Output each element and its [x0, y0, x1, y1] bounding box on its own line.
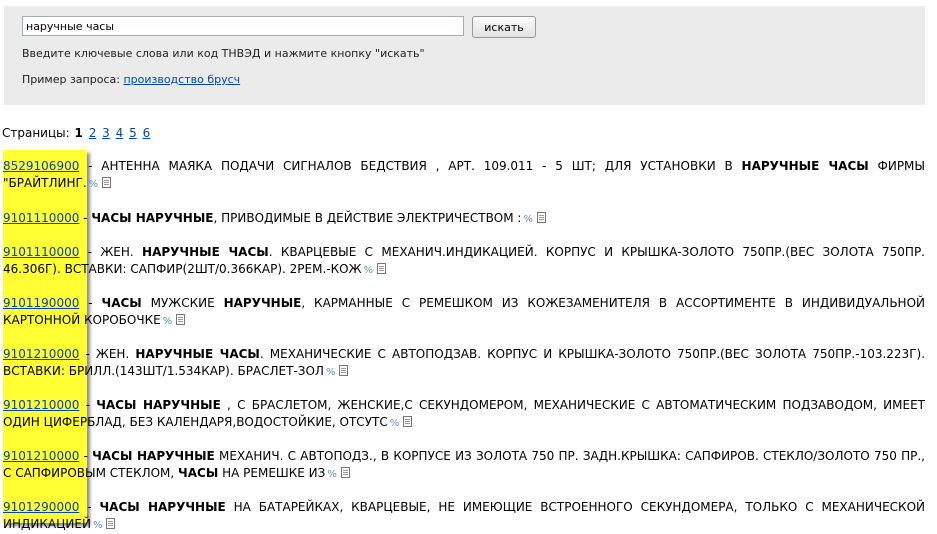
- keyword-match: НАРУЧНЫЕ ЧАСЫ: [142, 245, 269, 259]
- search-input[interactable]: [22, 16, 464, 36]
- pagination-label: Страницы:: [2, 126, 70, 140]
- result-text: - ЖЕН.: [79, 245, 143, 259]
- search-hint: Введите ключевые слова или код ТНВЭД и н…: [22, 47, 425, 60]
- tnved-code-link[interactable]: 9101210000: [3, 398, 79, 412]
- percent-marker[interactable]: %: [326, 367, 336, 378]
- keyword-match: НАРУЧНЫЕ ЧАСЫ: [135, 347, 260, 361]
- keyword-match: ЧАСЫ НАРУЧНЫЕ: [92, 449, 215, 463]
- document-icon[interactable]: [102, 177, 112, 188]
- keyword-match: НАРУЧНЫЕ ЧАСЫ: [741, 159, 869, 173]
- keyword-match: НАРУЧНЫЕ: [223, 296, 302, 310]
- percent-marker[interactable]: %: [390, 418, 400, 429]
- percent-marker[interactable]: %: [364, 265, 374, 276]
- keyword-match: ЧАСЫ: [101, 296, 142, 310]
- pagination-page-2[interactable]: 2: [89, 126, 97, 140]
- pagination-page-3[interactable]: 3: [102, 126, 110, 140]
- tnved-code-link[interactable]: 9101210000: [3, 347, 79, 361]
- document-icon[interactable]: [339, 365, 349, 376]
- result-text: - ЖЕН.: [79, 347, 136, 361]
- percent-marker[interactable]: %: [327, 469, 337, 480]
- percent-marker[interactable]: %: [93, 520, 103, 531]
- pagination-current: 1: [74, 126, 83, 140]
- tnved-code-link[interactable]: 9101110000: [3, 245, 79, 259]
- result-item: 9101110000 - ЧАСЫ НАРУЧНЫЕ, ПРИВОДИМЫЕ В…: [3, 210, 925, 228]
- example-query-link[interactable]: производство брусч: [123, 73, 240, 86]
- document-icon[interactable]: [176, 314, 186, 325]
- example-query: Пример запроса: производство брусч: [22, 73, 240, 86]
- document-icon[interactable]: [106, 518, 116, 529]
- result-text: - АНТЕННА МАЯКА ПОДАЧИ СИГНАЛОВ БЕДСТВИЯ…: [79, 159, 742, 173]
- result-text: -: [79, 449, 93, 463]
- result-text: -: [79, 211, 92, 225]
- result-text: , ПРИВОДИМЫЕ В ДЕЙСТВИЕ ЭЛЕКТРИЧЕСТВОМ :: [213, 211, 522, 225]
- result-item: 9101210000 - ЧАСЫ НАРУЧНЫЕ , С БРАСЛЕТОМ…: [3, 397, 925, 432]
- percent-marker[interactable]: %: [89, 179, 99, 190]
- pagination-page-6[interactable]: 6: [143, 126, 151, 140]
- tnved-code-link[interactable]: 9101110000: [3, 211, 79, 225]
- result-item: 9101210000 - ЖЕН. НАРУЧНЫЕ ЧАСЫ. МЕХАНИЧ…: [3, 346, 925, 381]
- keyword-match: ЧАСЫ: [178, 466, 219, 480]
- search-button[interactable]: искать: [472, 16, 536, 38]
- keyword-match: ЧАСЫ НАРУЧНЫЕ: [96, 398, 221, 412]
- search-panel: искать Введите ключевые слова или код ТН…: [4, 6, 925, 105]
- document-icon[interactable]: [377, 263, 387, 274]
- pagination-page-4[interactable]: 4: [116, 126, 124, 140]
- result-item: 9101110000 - ЖЕН. НАРУЧНЫЕ ЧАСЫ. КВАРЦЕВ…: [3, 244, 925, 279]
- document-icon[interactable]: [536, 212, 546, 223]
- result-item: 9101210000 - ЧАСЫ НАРУЧНЫЕ МЕХАНИЧ. С АВ…: [3, 448, 925, 483]
- tnved-code-link[interactable]: 9101290000: [3, 500, 79, 514]
- result-text: -: [79, 296, 102, 310]
- result-item: 9101190000 - ЧАСЫ МУЖСКИЕ НАРУЧНЫЕ, КАРМ…: [3, 295, 925, 330]
- result-text: -: [79, 500, 100, 514]
- document-icon[interactable]: [340, 467, 350, 478]
- result-text: НА РЕМЕШКЕ ИЗ: [218, 466, 326, 480]
- result-item: 9101290000 - ЧАСЫ НАРУЧНЫЕ НА БАТАРЕЙКАХ…: [3, 499, 925, 534]
- tnved-code-link[interactable]: 8529106900: [3, 159, 79, 173]
- example-label: Пример запроса:: [22, 73, 120, 86]
- pagination-page-5[interactable]: 5: [129, 126, 137, 140]
- percent-marker[interactable]: %: [523, 214, 533, 225]
- percent-marker[interactable]: %: [163, 316, 173, 327]
- keyword-match: ЧАСЫ НАРУЧНЫЕ: [91, 211, 214, 225]
- result-text: -: [79, 398, 97, 412]
- tnved-code-link[interactable]: 9101190000: [3, 296, 79, 310]
- tnved-code-link[interactable]: 9101210000: [3, 449, 79, 463]
- keyword-match: ЧАСЫ НАРУЧНЫЕ: [99, 500, 226, 514]
- result-text: МУЖСКИЕ: [141, 296, 224, 310]
- pagination: Страницы: 1 2 3 4 5 6: [2, 126, 151, 140]
- document-icon[interactable]: [403, 416, 413, 427]
- result-item: 8529106900 - АНТЕННА МАЯКА ПОДАЧИ СИГНАЛ…: [3, 158, 925, 193]
- results-list: 8529106900 - АНТЕННА МАЯКА ПОДАЧИ СИГНАЛ…: [3, 158, 925, 534]
